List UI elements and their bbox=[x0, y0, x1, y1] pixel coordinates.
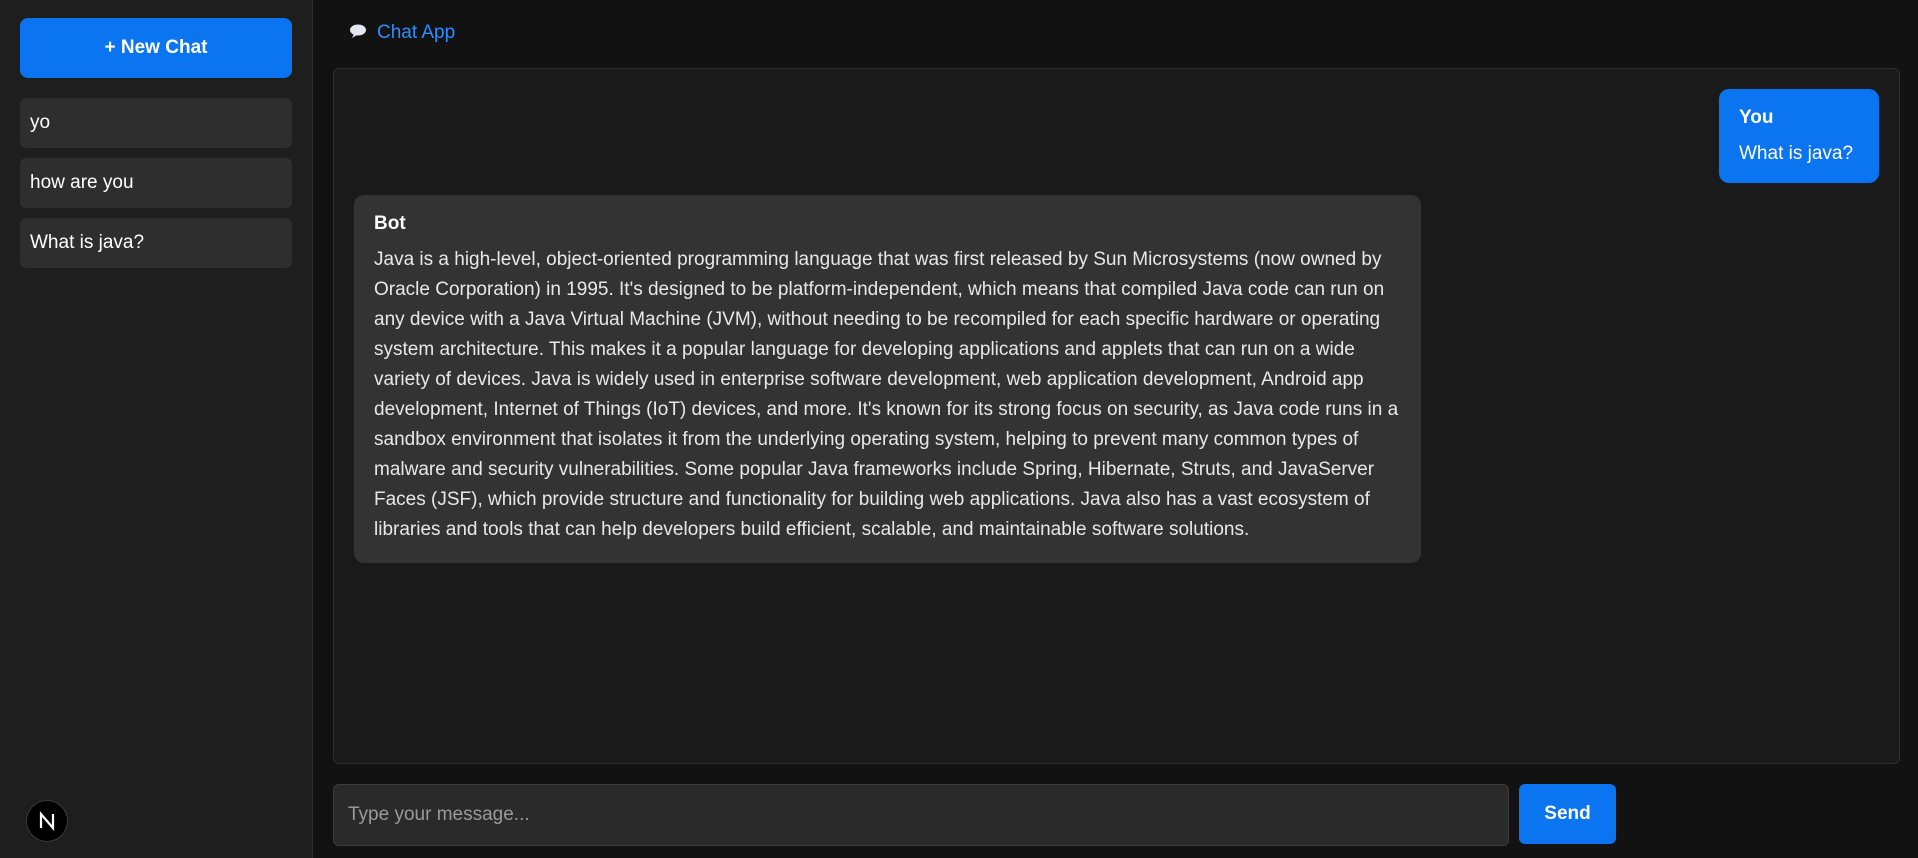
chat-messages-panel[interactable]: You What is java? Bot Java is a high-lev… bbox=[333, 68, 1900, 764]
speech-bubble-icon bbox=[349, 23, 367, 44]
message-author: Bot bbox=[374, 213, 406, 234]
user-message-bubble: You What is java? bbox=[1719, 89, 1879, 183]
chat-history-list: yo how are you What is java? bbox=[20, 98, 292, 268]
bot-message-bubble: Bot Java is a high-level, object-oriente… bbox=[354, 195, 1421, 563]
chat-history-item[interactable]: how are you bbox=[20, 158, 292, 208]
n-letter-glyph bbox=[39, 811, 55, 831]
message-text: Java is a high-level, object-oriented pr… bbox=[374, 249, 1399, 540]
n-logo-icon[interactable] bbox=[26, 800, 68, 842]
main-area: Chat App You What is java? Bot Java is a… bbox=[313, 0, 1918, 858]
app-root: + New Chat yo how are you What is java? … bbox=[0, 0, 1918, 858]
message-input[interactable] bbox=[333, 784, 1509, 846]
chat-history-item[interactable]: What is java? bbox=[20, 218, 292, 268]
message-text: What is java? bbox=[1739, 143, 1854, 164]
send-button[interactable]: Send bbox=[1519, 784, 1616, 844]
app-title: Chat App bbox=[377, 22, 456, 43]
message-author: You bbox=[1739, 107, 1774, 128]
chat-history-item[interactable]: yo bbox=[20, 98, 292, 148]
message-composer: Send bbox=[333, 784, 1616, 846]
new-chat-button[interactable]: + New Chat bbox=[20, 18, 292, 78]
app-header: Chat App bbox=[349, 20, 1900, 46]
sidebar: + New Chat yo how are you What is java? bbox=[0, 0, 313, 858]
